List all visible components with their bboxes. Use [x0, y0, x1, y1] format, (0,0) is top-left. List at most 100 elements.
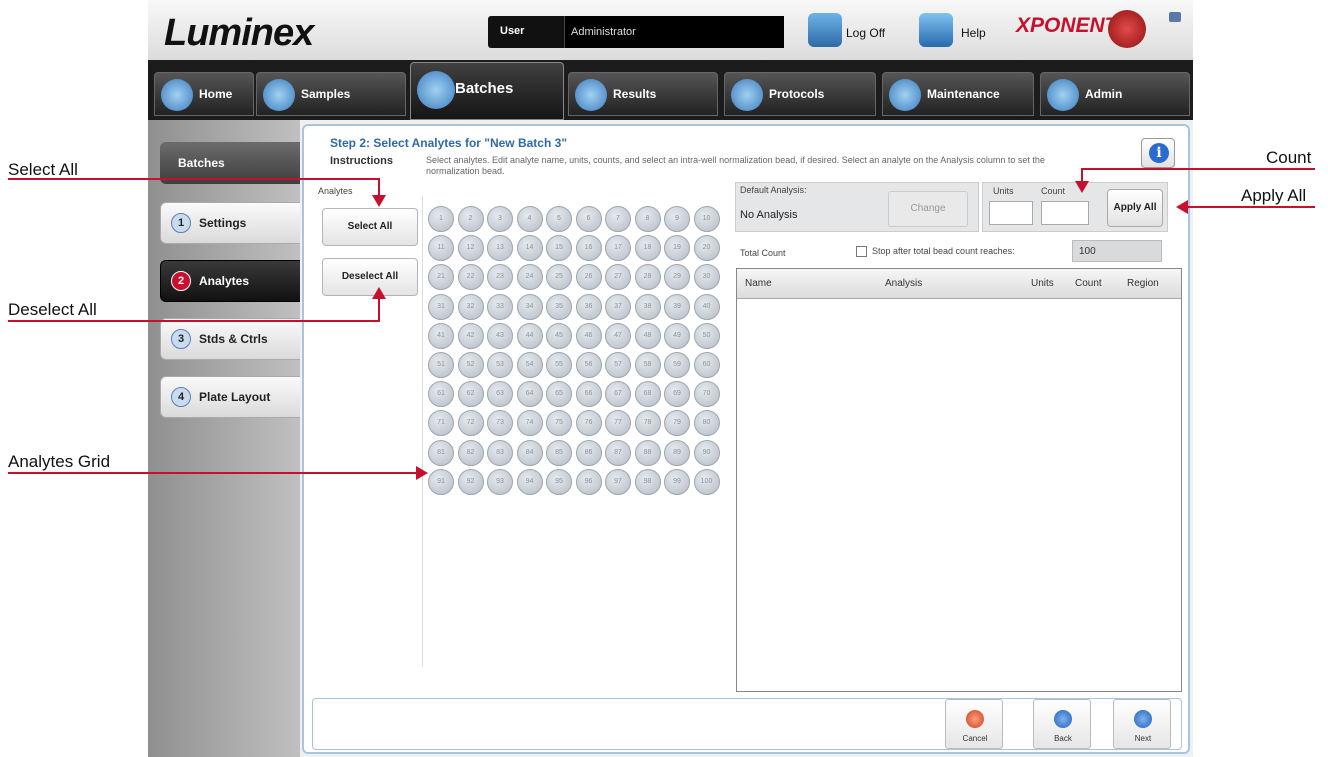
analyte-bead-38[interactable]: 38	[634, 293, 661, 320]
analyte-bead-18[interactable]: 18	[634, 235, 661, 262]
minimize-icon[interactable]	[1169, 12, 1181, 22]
analyte-bead-62[interactable]: 62	[457, 381, 484, 408]
col-name[interactable]: Name	[745, 278, 772, 289]
sidebar-item-plate-layout[interactable]: 4 Plate Layout	[160, 376, 300, 418]
analyte-bead-33[interactable]: 33	[487, 293, 513, 320]
analyte-bead-46[interactable]: 46	[575, 322, 602, 349]
sidebar-item-analytes[interactable]: 2 Analytes	[160, 260, 300, 302]
analyte-bead-90[interactable]: 90	[693, 439, 720, 466]
analyte-bead-58[interactable]: 58	[634, 352, 661, 378]
analyte-bead-93[interactable]: 93	[487, 468, 513, 495]
analyte-bead-67[interactable]: 67	[605, 381, 631, 408]
analyte-bead-91[interactable]: 91	[428, 468, 454, 495]
analyte-bead-23[interactable]: 23	[487, 264, 513, 291]
analyte-bead-96[interactable]: 96	[575, 468, 602, 495]
analyte-bead-30[interactable]: 30	[693, 264, 720, 291]
analyte-bead-7[interactable]: 7	[605, 206, 631, 232]
analyte-bead-84[interactable]: 84	[516, 439, 543, 466]
analyte-bead-76[interactable]: 76	[575, 410, 602, 437]
analyte-bead-14[interactable]: 14	[516, 235, 543, 262]
analyte-bead-98[interactable]: 98	[634, 468, 661, 495]
help-button[interactable]: Help	[961, 26, 986, 40]
analyte-bead-16[interactable]: 16	[575, 235, 602, 262]
analyte-bead-2[interactable]: 2	[457, 206, 484, 232]
analyte-bead-80[interactable]: 80	[693, 410, 720, 437]
analyte-bead-24[interactable]: 24	[516, 264, 543, 291]
col-region[interactable]: Region	[1127, 278, 1159, 289]
analyte-bead-73[interactable]: 73	[487, 410, 513, 437]
analyte-bead-55[interactable]: 55	[546, 352, 572, 378]
col-units[interactable]: Units	[1031, 278, 1054, 289]
tab-results[interactable]: Results	[568, 72, 718, 116]
analyte-bead-51[interactable]: 51	[428, 352, 454, 378]
analyte-bead-68[interactable]: 68	[634, 381, 661, 408]
analyte-bead-32[interactable]: 32	[457, 293, 484, 320]
analyte-bead-49[interactable]: 49	[664, 322, 690, 349]
apply-all-button[interactable]: Apply All	[1107, 189, 1163, 227]
analyte-bead-88[interactable]: 88	[634, 439, 661, 466]
analyte-bead-31[interactable]: 31	[428, 293, 454, 320]
analyte-bead-86[interactable]: 86	[575, 439, 602, 466]
analyte-bead-40[interactable]: 40	[693, 293, 720, 320]
analyte-bead-92[interactable]: 92	[457, 468, 484, 495]
analyte-bead-26[interactable]: 26	[575, 264, 602, 291]
analyte-bead-37[interactable]: 37	[605, 293, 631, 320]
analyte-bead-71[interactable]: 71	[428, 410, 454, 437]
tab-admin[interactable]: Admin	[1040, 72, 1190, 116]
analyte-bead-11[interactable]: 11	[428, 235, 454, 262]
analyte-bead-25[interactable]: 25	[546, 264, 572, 291]
analyte-bead-97[interactable]: 97	[605, 468, 631, 495]
analyte-bead-13[interactable]: 13	[487, 235, 513, 262]
analyte-bead-19[interactable]: 19	[664, 235, 690, 262]
analyte-bead-89[interactable]: 89	[664, 439, 690, 466]
analyte-bead-79[interactable]: 79	[664, 410, 690, 437]
analyte-bead-56[interactable]: 56	[575, 352, 602, 378]
stop-count-input[interactable]: 100	[1072, 240, 1162, 262]
analyte-bead-41[interactable]: 41	[428, 322, 454, 349]
analyte-bead-52[interactable]: 52	[457, 352, 484, 378]
analyte-bead-75[interactable]: 75	[546, 410, 572, 437]
analyte-bead-34[interactable]: 34	[516, 293, 543, 320]
cancel-button[interactable]: Cancel	[945, 699, 1003, 749]
analyte-bead-59[interactable]: 59	[664, 352, 690, 378]
analyte-bead-70[interactable]: 70	[693, 381, 720, 408]
tab-protocols[interactable]: Protocols	[724, 72, 876, 116]
analyte-bead-45[interactable]: 45	[546, 322, 572, 349]
analyte-bead-5[interactable]: 5	[546, 206, 572, 232]
analyte-bead-83[interactable]: 83	[487, 439, 513, 466]
analyte-bead-3[interactable]: 3	[487, 206, 513, 232]
analytes-table[interactable]: Name Analysis Units Count Region	[736, 268, 1182, 692]
analyte-bead-53[interactable]: 53	[487, 352, 513, 378]
analyte-bead-17[interactable]: 17	[605, 235, 631, 262]
tab-samples[interactable]: Samples	[256, 72, 406, 116]
analyte-bead-94[interactable]: 94	[516, 468, 543, 495]
analyte-bead-22[interactable]: 22	[457, 264, 484, 291]
analyte-bead-63[interactable]: 63	[487, 381, 513, 408]
tab-home[interactable]: Home	[154, 72, 254, 116]
analyte-bead-65[interactable]: 65	[546, 381, 572, 408]
analyte-bead-81[interactable]: 81	[428, 439, 454, 466]
analyte-bead-20[interactable]: 20	[693, 235, 720, 262]
analyte-bead-100[interactable]: 100	[693, 468, 720, 495]
analyte-bead-12[interactable]: 12	[457, 235, 484, 262]
count-input[interactable]	[1041, 201, 1089, 225]
analyte-bead-39[interactable]: 39	[664, 293, 690, 320]
analyte-bead-72[interactable]: 72	[457, 410, 484, 437]
analyte-bead-27[interactable]: 27	[605, 264, 631, 291]
col-analysis[interactable]: Analysis	[885, 278, 922, 289]
analyte-bead-9[interactable]: 9	[664, 206, 690, 232]
logoff-icon[interactable]	[808, 13, 842, 47]
sidebar-item-stds-ctrls[interactable]: 3 Stds & Ctrls	[160, 318, 300, 360]
analyte-bead-77[interactable]: 77	[605, 410, 631, 437]
analyte-bead-87[interactable]: 87	[605, 439, 631, 466]
help-icon[interactable]	[919, 13, 953, 47]
analyte-bead-69[interactable]: 69	[664, 381, 690, 408]
tab-batches[interactable]: Batches	[410, 62, 564, 120]
analyte-bead-57[interactable]: 57	[605, 352, 631, 378]
analyte-bead-95[interactable]: 95	[546, 468, 572, 495]
analyte-bead-6[interactable]: 6	[575, 206, 602, 232]
analyte-bead-78[interactable]: 78	[634, 410, 661, 437]
analyte-bead-85[interactable]: 85	[546, 439, 572, 466]
analyte-bead-43[interactable]: 43	[487, 322, 513, 349]
analyte-bead-82[interactable]: 82	[457, 439, 484, 466]
